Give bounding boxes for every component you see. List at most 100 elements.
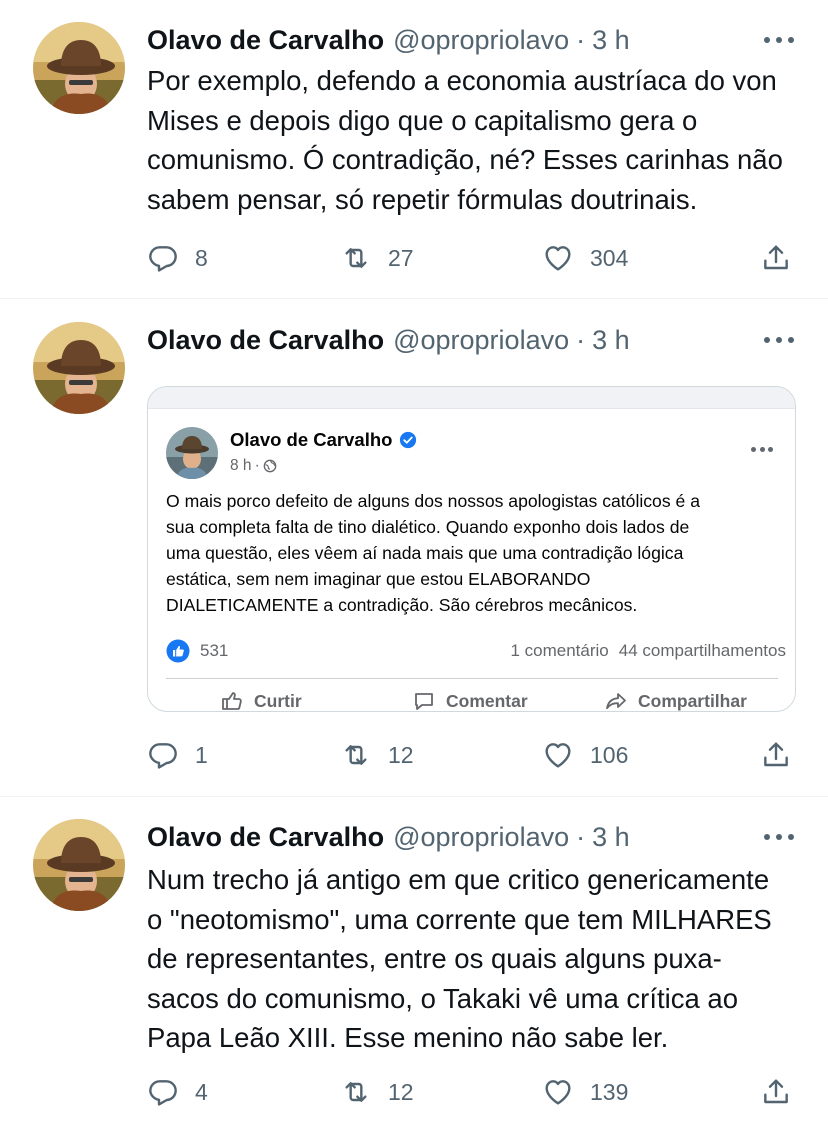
avatar[interactable] [33, 322, 125, 414]
text-line: Mises e depois digo que o capitalismo ge… [147, 104, 698, 136]
comment-icon [415, 693, 433, 710]
tweet-header: Olavo de Carvalho @opropriolavo · 3 h [147, 323, 630, 357]
author-name[interactable]: Olavo de Carvalho [147, 25, 384, 56]
text-line: sacos do comunismo, o Takaki vê uma crít… [147, 982, 739, 1014]
retweet-icon [345, 745, 367, 765]
verified-icon [400, 431, 417, 449]
fb-comment-count: 1 comentário [510, 641, 609, 660]
retweet-count: 12 [388, 741, 414, 768]
fb-post-time: 8 h [230, 457, 252, 474]
text-line: comunismo. Ó contradição, né? Esses cari… [147, 144, 783, 175]
retweet-icon [345, 248, 367, 268]
reply-button[interactable]: 8 [147, 238, 208, 278]
author-handle[interactable]: @opropriolavo [393, 25, 569, 56]
meta-separator: · [254, 457, 260, 474]
fb-author-name: Olavo de Carvalho [230, 429, 417, 451]
reply-button[interactable]: 4 [147, 1072, 208, 1112]
like-icon [545, 743, 571, 768]
reply-icon [149, 743, 177, 769]
share-button[interactable] [760, 735, 792, 775]
like-count: 304 [590, 244, 629, 271]
like-icon [545, 1080, 571, 1105]
tweet-text: Num trecho já antigo em que critico gene… [147, 860, 807, 1058]
embedded-image[interactable]: Olavo de Carvalho 8 h · O mais porco def… [147, 386, 796, 712]
retweet-count: 27 [388, 244, 414, 271]
more-icon[interactable] [764, 323, 794, 357]
author-name[interactable]: Olavo de Carvalho [147, 822, 384, 853]
share-icon [764, 742, 788, 767]
reply-icon [149, 246, 177, 272]
avatar-photo [33, 819, 125, 911]
image-top-strip [148, 387, 795, 409]
tweet-text: Por exemplo, defendo a economia austríac… [147, 61, 807, 219]
tweet-time[interactable]: 3 h [592, 25, 630, 56]
avatar[interactable] [33, 22, 125, 114]
fb-comment-button: Comentar [412, 689, 528, 711]
fb-post-stats: 531 1 comentário 44 compartilhamentos [166, 637, 786, 665]
reply-icon [149, 1080, 177, 1106]
like-button[interactable]: 139 [542, 1072, 628, 1112]
tweet-actions: 1 12 106 [147, 735, 797, 775]
fb-avatar [166, 427, 218, 479]
fb-text-line: O mais porco defeito de alguns dos nosso… [166, 491, 700, 511]
text-line: Num trecho já antigo em que critico gene… [147, 864, 770, 895]
like-button[interactable]: 304 [542, 238, 628, 278]
fb-text-line: uma questão, eles vêem aí nada mais que … [166, 543, 684, 563]
text-line: o "neotomismo", uma corrente que tem MIL… [147, 903, 772, 935]
like-icon [545, 246, 571, 271]
like-count: 106 [590, 741, 629, 768]
fb-author-name-text: Olavo de Carvalho [230, 429, 393, 450]
share-icon [764, 245, 788, 270]
reply-count: 8 [195, 244, 208, 271]
separator-dot: · [576, 24, 586, 55]
fb-text-line: estática, sem nem imaginar que estou ELA… [166, 569, 591, 589]
tweet-actions: 4 12 139 [147, 1072, 797, 1112]
reply-button[interactable]: 1 [147, 735, 208, 775]
tweet-time[interactable]: 3 h [592, 822, 630, 853]
retweet-button[interactable]: 12 [340, 1072, 414, 1112]
fb-text-line: sua completa falta de tino dialético. Qu… [166, 517, 690, 537]
text-line: Papa Leão XIII. Esse menino não sabe ler… [147, 1022, 669, 1053]
text-line: sabem pensar, só repetir fórmulas doutri… [147, 183, 698, 215]
tweet-time[interactable]: 3 h [592, 325, 630, 356]
separator-dot: · [576, 821, 586, 852]
fb-reaction-count: 531 [200, 641, 229, 660]
like-button[interactable]: 106 [542, 735, 628, 775]
fb-text-line: DIALETICAMENTE a contradição. São cérebr… [166, 595, 638, 615]
author-handle[interactable]: @opropriolavo [393, 822, 569, 853]
tweet-1[interactable]: Olavo de Carvalho @opropriolavo · 3 h Po… [0, 0, 828, 298]
fb-share-count: 44 compartilhamentos [618, 641, 786, 660]
retweet-icon [345, 1082, 367, 1102]
tweet-header: Olavo de Carvalho @opropriolavo · 3 h [147, 23, 630, 57]
avatar[interactable] [33, 819, 125, 911]
more-icon[interactable] [764, 820, 794, 854]
fb-more-icon [751, 445, 773, 453]
retweet-button[interactable]: 27 [340, 238, 414, 278]
separator-dot: · [576, 324, 586, 355]
tweet-3[interactable]: Olavo de Carvalho @opropriolavo · 3 h Nu… [0, 797, 828, 1125]
thumbs-up-outline-icon [222, 692, 242, 710]
author-name[interactable]: Olavo de Carvalho [147, 325, 384, 356]
share-button[interactable] [760, 238, 792, 278]
like-count: 139 [590, 1078, 629, 1105]
share-arrow-icon [606, 693, 626, 710]
tweet-actions: 8 27 304 [147, 238, 797, 278]
fb-share-button: Compartilhar [604, 689, 747, 711]
fb-avatar-photo [166, 427, 218, 479]
author-handle[interactable]: @opropriolavo [393, 325, 569, 356]
fb-action-buttons: Curtir Comentar Compartilhar [148, 689, 795, 711]
retweet-button[interactable]: 12 [340, 735, 414, 775]
retweet-count: 12 [388, 1078, 414, 1105]
fb-like-label: Curtir [254, 690, 302, 711]
avatar-photo [33, 22, 125, 114]
globe-icon [263, 459, 277, 473]
fb-post-text: O mais porco defeito de alguns dos nosso… [166, 488, 786, 618]
more-icon[interactable] [764, 23, 794, 57]
text-line: Por exemplo, defendo a economia austríac… [147, 65, 777, 96]
fb-share-label: Compartilhar [638, 690, 747, 711]
share-icon [764, 1079, 788, 1104]
avatar-photo [33, 322, 125, 414]
reply-count: 1 [195, 741, 208, 768]
share-button[interactable] [760, 1072, 792, 1112]
tweet-header: Olavo de Carvalho @opropriolavo · 3 h [147, 820, 630, 854]
